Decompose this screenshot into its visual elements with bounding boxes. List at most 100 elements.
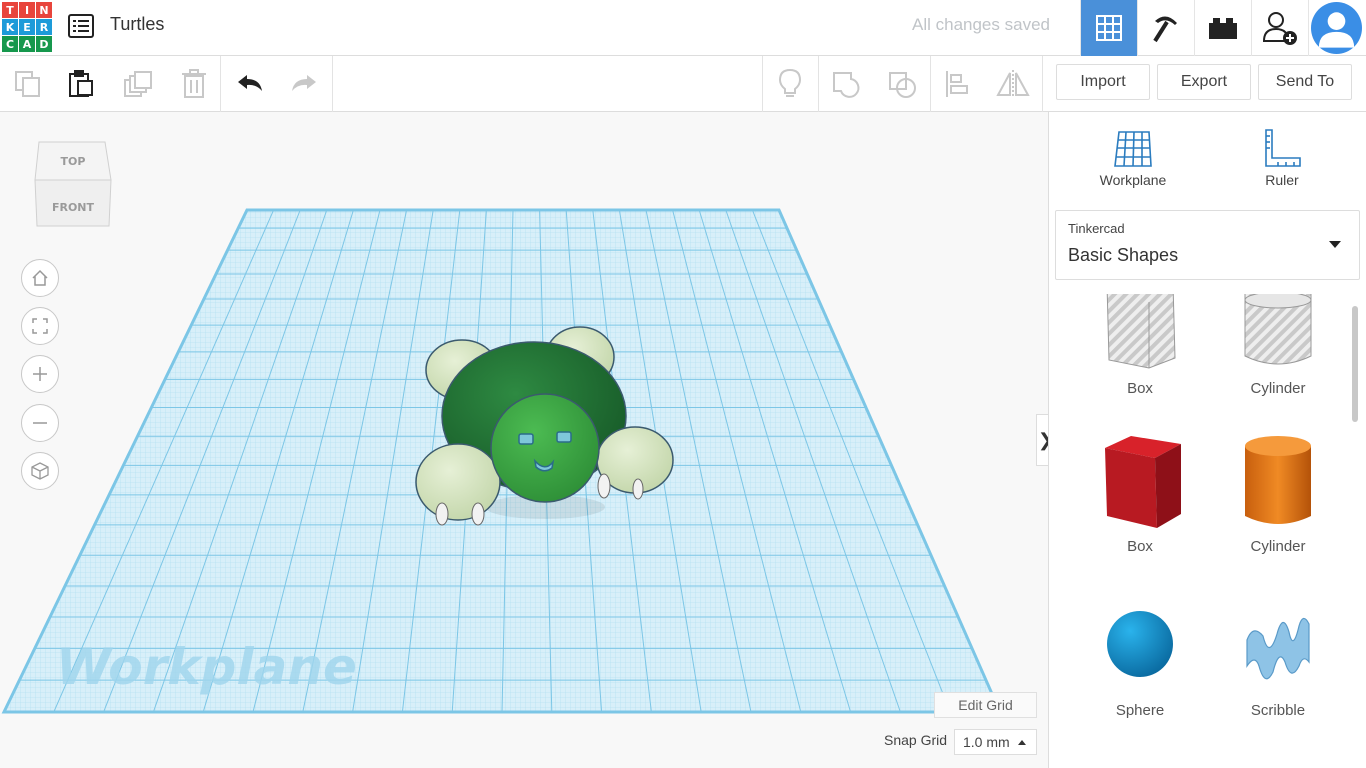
- view-cube[interactable]: TOP FRONT: [33, 140, 113, 230]
- workplane-label: Workplane: [1099, 172, 1167, 188]
- shape-label: Sphere: [1115, 702, 1165, 719]
- mirror-button[interactable]: [985, 56, 1041, 112]
- ruler-label: Ruler: [1265, 172, 1299, 188]
- logo-letter: R: [36, 19, 52, 35]
- zoom-out-button[interactable]: [21, 404, 59, 442]
- 3d-design-view-button[interactable]: [1080, 0, 1137, 56]
- shape-label: Cylinder: [1250, 538, 1306, 555]
- library-source: Tinkercad: [1068, 221, 1125, 236]
- home-view-button[interactable]: [21, 259, 59, 297]
- logo-letter: C: [2, 36, 18, 52]
- minus-icon: [33, 422, 47, 424]
- bricks-button[interactable]: [1194, 0, 1251, 56]
- align-button[interactable]: [930, 56, 986, 112]
- edit-toolbar: Import Export Send To: [0, 56, 1366, 112]
- tinkercad-logo[interactable]: TIN KER CAD: [2, 2, 52, 52]
- copy-icon: [15, 71, 40, 97]
- workplane-tool[interactable]: Workplane: [1083, 128, 1183, 188]
- logo-letter: A: [19, 36, 35, 52]
- logo-letter: I: [19, 2, 35, 18]
- snap-grid-label: Snap Grid: [884, 732, 948, 748]
- shape-label: Scribble: [1250, 702, 1306, 719]
- shape-box[interactable]: Box: [1085, 432, 1195, 555]
- ungroup-icon: [889, 72, 916, 98]
- pickaxe-icon: [1153, 16, 1177, 43]
- invite-user-button[interactable]: [1251, 0, 1308, 56]
- export-button[interactable]: Export: [1157, 64, 1251, 100]
- chevron-down-icon: [1329, 241, 1341, 248]
- box-hole-icon: [1106, 294, 1176, 369]
- ruler-tool[interactable]: Ruler: [1232, 128, 1332, 188]
- logo-letter: E: [19, 19, 35, 35]
- ruler-icon: [1265, 129, 1301, 167]
- box-icon: [1105, 436, 1181, 528]
- copy-button[interactable]: [0, 56, 56, 112]
- edit-grid-button[interactable]: Edit Grid: [934, 692, 1037, 718]
- grid-icon: [1096, 15, 1122, 41]
- workplane-icon: [1114, 131, 1152, 167]
- shape-scribble[interactable]: Scribble: [1223, 604, 1333, 719]
- logo-letter: D: [36, 36, 52, 52]
- panel-scrollbar[interactable]: [1352, 306, 1358, 422]
- 3d-viewport[interactable]: Workplane TOP FRONT: [0, 112, 1048, 768]
- logo-letter: T: [2, 2, 18, 18]
- shape-box-hole[interactable]: Box: [1085, 294, 1195, 397]
- paste-icon: [69, 70, 93, 97]
- ungroup-button[interactable]: [875, 56, 931, 112]
- undo-button[interactable]: [222, 56, 278, 112]
- shape-library-select[interactable]: Tinkercad Basic Shapes: [1055, 210, 1360, 280]
- profile-button[interactable]: [1308, 0, 1364, 56]
- library-name: Basic Shapes: [1068, 245, 1179, 265]
- logo-letter: N: [36, 2, 52, 18]
- fit-view-button[interactable]: [21, 307, 59, 345]
- mirror-icon: [996, 70, 1030, 98]
- perspective-toggle-button[interactable]: [21, 452, 59, 490]
- plus-icon: [33, 367, 47, 381]
- shape-grid: Box Cylinder Box Cylinder Sphere Scribbl…: [1049, 294, 1353, 768]
- shape-cylinder[interactable]: Cylinder: [1223, 432, 1333, 555]
- fit-icon: [32, 318, 48, 334]
- paste-button[interactable]: [53, 56, 109, 112]
- notes-button[interactable]: [762, 56, 818, 112]
- project-title[interactable]: Turtles: [110, 14, 164, 35]
- list-icon: [68, 14, 94, 38]
- send-to-button[interactable]: Send To: [1258, 64, 1352, 100]
- group-button[interactable]: [819, 56, 875, 112]
- top-bar: TIN KER CAD Turtles All changes saved: [0, 0, 1366, 56]
- delete-button[interactable]: [166, 56, 222, 112]
- lightbulb-icon: [778, 68, 802, 97]
- redo-icon: [292, 75, 316, 91]
- home-icon: [32, 269, 48, 286]
- workplane-canvas[interactable]: Workplane: [0, 112, 1048, 768]
- shape-cylinder-hole[interactable]: Cylinder: [1223, 294, 1333, 397]
- shape-label: Cylinder: [1250, 380, 1306, 397]
- cylinder-hole-icon: [1244, 294, 1312, 365]
- import-button[interactable]: Import: [1056, 64, 1150, 100]
- codeblocks-button[interactable]: [1137, 0, 1194, 56]
- duplicate-button[interactable]: [110, 56, 166, 112]
- add-user-icon: [1262, 12, 1297, 45]
- cube-icon: [31, 462, 49, 480]
- design-list-button[interactable]: [66, 11, 96, 41]
- shapes-panel: Workplane Ruler Tinkercad Basic Shapes B…: [1048, 112, 1366, 768]
- align-icon: [946, 71, 968, 97]
- shape-label: Box: [1127, 538, 1153, 555]
- avatar: [1311, 2, 1362, 54]
- scribble-icon: [1246, 617, 1310, 680]
- shape-label: Box: [1127, 380, 1153, 397]
- brick-icon: [1209, 18, 1237, 39]
- redo-button[interactable]: [276, 56, 332, 112]
- zoom-in-button[interactable]: [21, 355, 59, 393]
- save-status: All changes saved: [912, 15, 1050, 34]
- cylinder-icon: [1245, 436, 1311, 524]
- trash-icon: [182, 69, 206, 98]
- snap-grid-value: 1.0 mm: [963, 734, 1010, 750]
- snap-grid-select[interactable]: 1.0 mm: [954, 729, 1037, 755]
- workplane-watermark: Workplane: [56, 638, 357, 696]
- undo-icon: [238, 75, 262, 91]
- sphere-icon: [1107, 611, 1173, 677]
- viewcube-top-label[interactable]: TOP: [61, 155, 86, 168]
- viewcube-front-label[interactable]: FRONT: [52, 201, 95, 214]
- shape-sphere[interactable]: Sphere: [1085, 604, 1195, 719]
- logo-letter: K: [2, 19, 18, 35]
